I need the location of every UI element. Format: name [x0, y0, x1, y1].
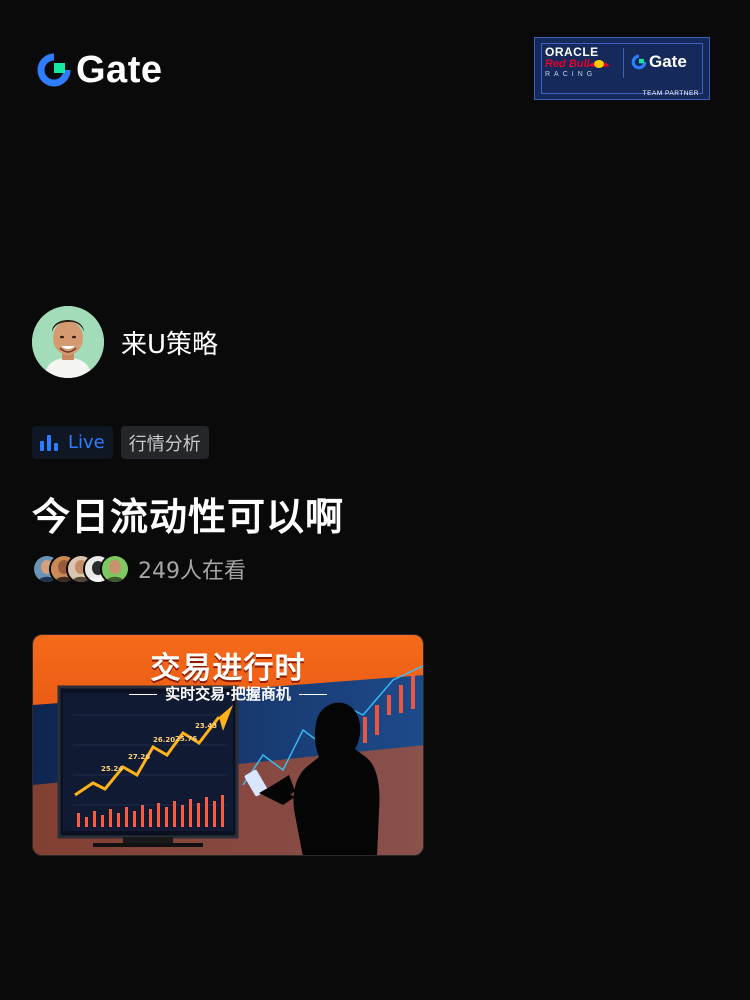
- chart-value-label: 26.20: [153, 736, 176, 744]
- gate-small-icon: [631, 54, 647, 70]
- gate-logo: Gate: [36, 50, 162, 90]
- live-bars-icon: [40, 434, 58, 451]
- chart-value-label: 25.76: [175, 735, 198, 743]
- host-avatar[interactable]: [32, 306, 104, 378]
- viewer-count: 249人在看: [138, 559, 246, 584]
- viewer-avatar: [100, 554, 130, 584]
- chart-value-label: 23.43: [195, 722, 218, 730]
- category-tag[interactable]: 行情分析: [120, 426, 209, 459]
- chart-value-label: 25.24: [101, 765, 124, 773]
- host-name[interactable]: 来U策略: [121, 324, 218, 361]
- team-partner-text: TEAM PARTNER: [642, 90, 699, 97]
- banner-subtitle: 实时交易·把握商机: [33, 683, 423, 704]
- partner-gate-text: Gate: [649, 52, 687, 71]
- stream-cover-banner[interactable]: 交易进行时 实时交易·把握商机 25.24 27.26 26.20 25.76 …: [32, 634, 424, 856]
- partner-divider: [623, 48, 624, 78]
- redbull-text: Red Bull: [545, 58, 590, 70]
- viewer-avatars: [32, 554, 130, 584]
- viewers-row: 249人在看: [32, 553, 246, 585]
- racing-text: RACING: [545, 71, 597, 78]
- gate-logo-icon: [37, 52, 72, 87]
- partner-gate-logo: Gate: [631, 52, 687, 72]
- live-label: Live: [68, 432, 105, 453]
- stream-tags: Live 行情分析: [32, 426, 209, 459]
- redbull-icon: [588, 60, 610, 68]
- team-partner-badge: ORACLE Red Bull RACING Gate TEAM PARTNER: [534, 37, 710, 100]
- chart-value-label: 27.26: [128, 753, 151, 761]
- banner-title: 交易进行时: [150, 651, 306, 686]
- stream-title: 今日流动性可以啊: [32, 495, 345, 539]
- oracle-text: ORACLE: [545, 45, 599, 59]
- host-profile[interactable]: 来U策略: [32, 306, 218, 378]
- live-badge: Live: [32, 426, 113, 459]
- gate-logo-text: Gate: [76, 49, 163, 91]
- category-label: 行情分析: [128, 433, 201, 455]
